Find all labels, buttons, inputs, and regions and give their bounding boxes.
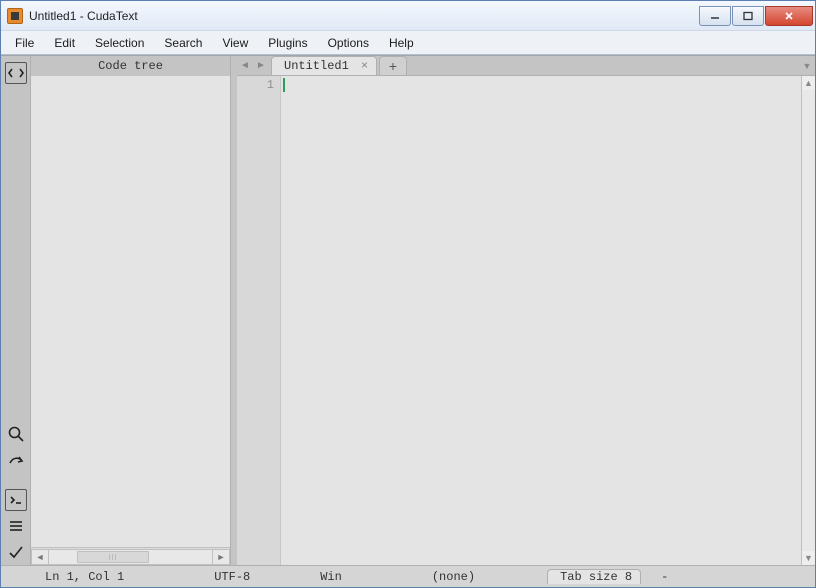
menu-view[interactable]: View xyxy=(212,33,258,53)
window-controls xyxy=(698,6,815,26)
scroll-right-icon[interactable]: ► xyxy=(212,549,230,565)
code-tree-panel: Code tree ◄ ► xyxy=(31,56,231,565)
scroll-thumb[interactable] xyxy=(77,551,149,563)
menu-bar: File Edit Selection Search View Plugins … xyxy=(1,31,815,55)
code-tree-title: Code tree xyxy=(31,56,230,76)
body: Code tree ◄ ► ◄ ► Untitled1 × + xyxy=(1,55,815,565)
close-button[interactable] xyxy=(765,6,813,26)
status-lexer[interactable]: (none) xyxy=(432,570,475,584)
goto-icon[interactable] xyxy=(5,449,27,471)
editor-row: 1 ▲ ▼ xyxy=(237,76,815,565)
tab-next-icon[interactable]: ► xyxy=(253,56,269,75)
status-encoding[interactable]: UTF-8 xyxy=(214,570,250,584)
status-tabsize[interactable]: Tab size 8 xyxy=(547,569,641,584)
tab-close-icon[interactable]: × xyxy=(361,60,368,72)
caret xyxy=(283,78,285,92)
scroll-left-icon[interactable]: ◄ xyxy=(31,549,49,565)
menu-help[interactable]: Help xyxy=(379,33,424,53)
tab-untitled1[interactable]: Untitled1 × xyxy=(271,56,377,75)
code-tree-content[interactable] xyxy=(31,76,230,547)
minimize-button[interactable] xyxy=(699,6,731,26)
menu-edit[interactable]: Edit xyxy=(44,33,85,53)
status-position[interactable]: Ln 1, Col 1 xyxy=(45,570,124,584)
editor-vscroll[interactable]: ▲ ▼ xyxy=(801,76,815,565)
line-gutter: 1 xyxy=(237,76,281,565)
code-tree-hscroll[interactable]: ◄ ► xyxy=(31,547,230,565)
scroll-down-icon[interactable]: ▼ xyxy=(802,551,815,565)
output-icon[interactable] xyxy=(5,515,27,537)
search-icon[interactable] xyxy=(5,423,27,445)
tabstrip: ◄ ► Untitled1 × + ▼ xyxy=(237,56,815,76)
sidebar-rail xyxy=(1,56,31,565)
scroll-track[interactable] xyxy=(49,549,212,565)
editor-group: ◄ ► Untitled1 × + ▼ 1 ▲ xyxy=(237,56,815,565)
console-icon[interactable] xyxy=(5,489,27,511)
maximize-button[interactable] xyxy=(732,6,764,26)
window-title: Untitled1 - CudaText xyxy=(29,9,138,23)
text-editor[interactable] xyxy=(281,76,801,565)
status-bar: Ln 1, Col 1 UTF-8 Win (none) Tab size 8 … xyxy=(1,565,815,587)
code-tree-toggle-icon[interactable] xyxy=(5,62,27,84)
menu-file[interactable]: File xyxy=(5,33,44,53)
line-number: 1 xyxy=(237,78,274,92)
menu-selection[interactable]: Selection xyxy=(85,33,154,53)
tab-label: Untitled1 xyxy=(284,59,349,73)
app-icon xyxy=(7,8,23,24)
tab-prev-icon[interactable]: ◄ xyxy=(237,56,253,75)
menu-options[interactable]: Options xyxy=(318,33,379,53)
status-trailing: - xyxy=(661,570,668,584)
scroll-up-icon[interactable]: ▲ xyxy=(802,76,815,90)
title-bar[interactable]: Untitled1 - CudaText xyxy=(1,1,815,31)
status-eol[interactable]: Win xyxy=(320,570,342,584)
window-frame: Untitled1 - CudaText File Edit Selection… xyxy=(0,0,816,588)
tab-add-button[interactable]: + xyxy=(379,56,407,75)
tab-overflow-icon[interactable]: ▼ xyxy=(799,56,815,75)
validate-icon[interactable] xyxy=(5,541,27,563)
menu-search[interactable]: Search xyxy=(154,33,212,53)
menu-plugins[interactable]: Plugins xyxy=(258,33,317,53)
